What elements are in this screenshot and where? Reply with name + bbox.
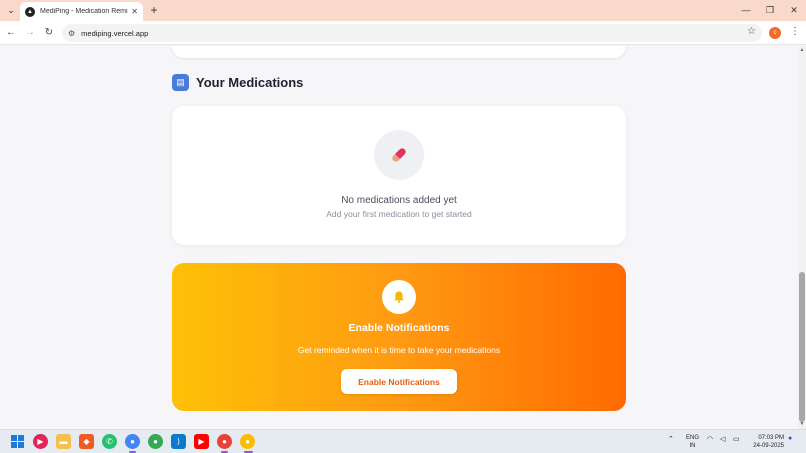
enable-notifications-button[interactable]: Enable Notifications <box>341 369 457 394</box>
youtube-icon[interactable]: ▶ <box>194 434 209 449</box>
notifications-title: Enable Notifications <box>348 322 450 334</box>
restore-button[interactable]: ❐ <box>764 3 776 17</box>
url-text: mediping.vercel.app <box>81 28 149 38</box>
tab-title: MediPing - Medication Remind <box>40 8 129 15</box>
clipboard-icon: ▤ <box>172 74 189 91</box>
empty-state-title: No medications added yet <box>341 195 457 206</box>
region-code: IN <box>689 443 696 449</box>
section-title: Your Medications <box>196 75 304 90</box>
whatsapp-icon[interactable]: ✆ <box>102 434 117 449</box>
minimize-button[interactable]: — <box>740 3 752 17</box>
tab-search-chevron-icon[interactable]: ⌄ <box>4 3 18 17</box>
profile-avatar[interactable]: c <box>769 27 781 39</box>
pill-icon <box>374 130 424 180</box>
language-code: ENG <box>686 435 700 441</box>
browser-tab-bar: ⌄ ▲ MediPing - Medication Remind ✕ + — ❐… <box>0 0 806 21</box>
section-header: ▤ Your Medications <box>172 74 303 91</box>
tray-overflow-chevron-icon[interactable]: ⌃ <box>668 435 674 443</box>
address-bar[interactable]: ⚙ mediping.vercel.app ☆ <box>62 24 762 42</box>
scroll-up-arrow-icon[interactable]: ▲ <box>798 47 806 53</box>
battery-icon[interactable]: ▭ <box>733 435 740 443</box>
reload-button[interactable]: ↻ <box>43 26 55 40</box>
clock-time: 07:03 PM <box>758 435 784 441</box>
empty-state-subtitle: Add your first medication to get started <box>326 209 472 219</box>
notifications-subtitle: Get reminded when it is time to take you… <box>297 345 501 355</box>
forward-button[interactable]: → <box>24 26 36 40</box>
vscode-icon[interactable]: ⟩ <box>171 434 186 449</box>
back-button[interactable]: ← <box>5 26 17 40</box>
clock-date: 24-09-2025 <box>753 443 784 449</box>
medications-empty-card: No medications added yet Add your first … <box>172 106 626 245</box>
mediping-logo-icon: ▲ <box>25 6 35 17</box>
browser-toolbar: ← → ↻ ⚙ mediping.vercel.app ☆ c ⋮ <box>0 21 806 45</box>
browser-menu-icon[interactable]: ⋮ <box>790 26 800 37</box>
tab-close-icon[interactable]: ✕ <box>131 7 138 16</box>
notifications-card: Enable Notifications Get reminded when i… <box>172 263 626 411</box>
language-indicator[interactable]: ENG IN <box>686 434 699 450</box>
windows-taskbar: ▶ ▬ ◆ ✆ ● ● ⟩ ▶ ● ● ⌃ ENG IN ◠ ◁ ▭ 07:03… <box>0 429 806 453</box>
scroll-down-arrow-icon[interactable]: ▼ <box>798 421 806 427</box>
chrome-active-icon[interactable]: ● <box>240 434 255 449</box>
wifi-icon[interactable]: ◠ <box>707 435 713 443</box>
new-tab-button[interactable]: + <box>148 2 160 18</box>
scrollbar-thumb[interactable] <box>799 272 805 422</box>
bookmark-star-icon[interactable]: ☆ <box>747 26 756 37</box>
file-explorer-icon[interactable]: ▬ <box>56 434 71 449</box>
system-clock[interactable]: 07:03 PM 24-09-2025 <box>748 434 784 450</box>
brave-browser-icon[interactable]: ◆ <box>79 434 94 449</box>
close-window-button[interactable]: ✕ <box>788 3 800 17</box>
browser-tab[interactable]: ▲ MediPing - Medication Remind ✕ <box>20 2 143 21</box>
page-content: ▤ Your Medications No medications added … <box>0 46 798 429</box>
previous-card <box>172 46 626 58</box>
media-player-icon[interactable]: ▶ <box>33 434 48 449</box>
windows-start-icon[interactable] <box>10 434 25 449</box>
chrome-app-icon[interactable]: ● <box>217 434 232 449</box>
page-scrollbar[interactable]: ▲ ▼ <box>798 46 806 429</box>
notification-bell-icon[interactable]: ● <box>788 435 792 442</box>
chrome-profile-icon[interactable]: ● <box>148 434 163 449</box>
site-settings-icon[interactable]: ⚙ <box>68 29 75 38</box>
chrome-icon[interactable]: ● <box>125 434 140 449</box>
volume-icon[interactable]: ◁ <box>720 435 725 443</box>
bell-icon <box>382 280 416 314</box>
